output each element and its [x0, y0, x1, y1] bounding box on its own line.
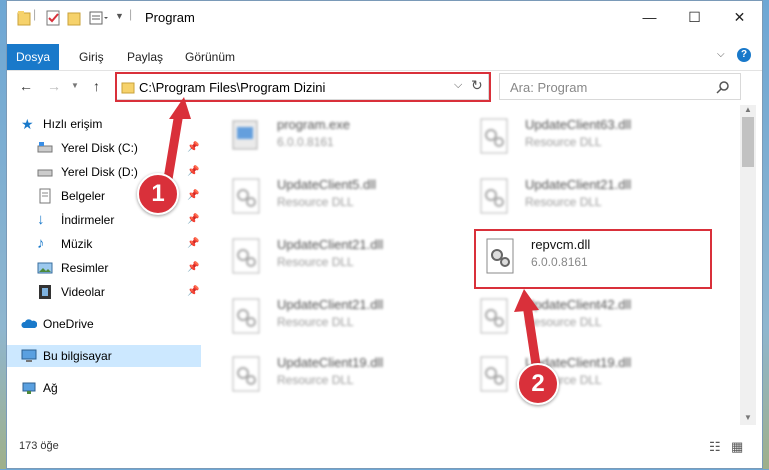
file-highlight [474, 229, 712, 289]
file-item[interactable]: program.exe 6.0.0.8161 [229, 113, 459, 163]
music-icon: ♪ [37, 235, 45, 252]
separator: | [129, 7, 133, 21]
pin-icon[interactable]: 📌 [187, 281, 199, 303]
file-item[interactable]: UpdateClient5.dll Resource DLL [229, 173, 459, 223]
back-arrow-icon[interactable]: ← [19, 78, 33, 94]
vertical-scrollbar[interactable]: ▲ ▼ [740, 105, 756, 425]
step-badge-2: 2 [517, 363, 559, 405]
minimize-button[interactable]: — [627, 1, 672, 33]
explorer-window: | ▼ | Program — ☐ ✕ Dosya Giriş Paylaş G… [6, 0, 763, 469]
sidebar-item-quick-access[interactable]: ★ Hızlı erişim [7, 113, 201, 135]
details-view-icon[interactable]: ☷ [709, 439, 721, 455]
dll-file-icon [480, 298, 508, 334]
step-badge-1: 1 [137, 173, 179, 215]
scroll-down-icon[interactable]: ▼ [744, 413, 752, 422]
up-arrow-icon[interactable]: ↑ [93, 78, 100, 94]
help-icon[interactable]: ? [737, 48, 751, 62]
window-title: Program [145, 10, 195, 25]
large-icons-view-icon[interactable]: ▦ [731, 439, 743, 455]
item-count: 173 öğe [19, 440, 59, 452]
file-item[interactable]: UpdateClient19.dll Resource DLL [229, 351, 459, 401]
sidebar-item-downloads[interactable]: ↓ İndirmeler 📌 [7, 209, 201, 231]
tab-view[interactable]: Görünüm [185, 44, 235, 70]
video-icon [39, 285, 51, 299]
download-icon: ↓ [37, 211, 45, 228]
network-icon [22, 382, 36, 394]
drive-icon [37, 169, 53, 177]
chevron-down-icon[interactable]: ▼ [115, 11, 124, 29]
picture-icon [37, 262, 53, 274]
dll-file-icon [480, 356, 508, 392]
tab-home[interactable]: Giriş [79, 44, 104, 70]
dll-file-icon [232, 178, 260, 214]
recent-locations-icon[interactable]: ▼ [71, 81, 79, 90]
sidebar-item-onedrive[interactable]: OneDrive [7, 313, 201, 335]
ribbon-tabs: Dosya Giriş Paylaş Görünüm ⌵ ? [7, 44, 762, 71]
properties-icon[interactable] [45, 9, 61, 27]
file-item[interactable]: UpdateClient21.dll Resource DLL [229, 293, 459, 343]
scroll-up-icon[interactable]: ▲ [744, 105, 752, 114]
tab-file[interactable]: Dosya [7, 44, 59, 70]
sidebar-item-pictures[interactable]: Resimler 📌 [7, 257, 201, 279]
file-item[interactable]: UpdateClient42.dll Resource DLL [477, 293, 707, 343]
pin-icon[interactable]: 📌 [187, 137, 199, 159]
scrollbar-thumb[interactable] [742, 117, 754, 167]
dll-file-icon [480, 178, 508, 214]
cloud-icon [21, 319, 37, 328]
dll-file-icon [232, 298, 260, 334]
star-icon: ★ [21, 116, 34, 132]
folder-icon[interactable] [17, 9, 31, 27]
sidebar-item-music[interactable]: ♪ Müzik 📌 [7, 233, 201, 255]
sidebar-item-this-pc[interactable]: Bu bilgisayar [7, 345, 201, 367]
address-highlight [115, 72, 491, 102]
file-item[interactable]: UpdateClient21.dll Resource DLL [229, 233, 459, 283]
computer-icon [21, 349, 37, 362]
expand-ribbon-icon[interactable]: ⌵ [717, 49, 725, 60]
pin-icon[interactable]: 📌 [187, 257, 199, 279]
file-item[interactable]: UpdateClient63.dll Resource DLL [477, 113, 707, 163]
title-bar: | ▼ | Program — ☐ ✕ [7, 1, 762, 33]
pin-icon[interactable]: 📌 [187, 233, 199, 255]
new-folder-icon[interactable] [67, 9, 81, 27]
file-item[interactable]: UpdateClient21.dll Resource DLL [477, 173, 707, 223]
exe-file-icon [232, 120, 258, 150]
sidebar-item-disk-c[interactable]: Yerel Disk (C:) 📌 [7, 137, 201, 159]
forward-arrow-icon[interactable]: → [47, 78, 61, 94]
navigation-pane: ★ Hızlı erişim Yerel Disk (C:) 📌 Yerel D… [7, 105, 205, 425]
pin-icon[interactable]: 📌 [187, 161, 199, 183]
document-icon [39, 188, 51, 204]
search-icon[interactable] [716, 80, 730, 94]
dll-file-icon [232, 238, 260, 274]
drive-icon [37, 142, 53, 153]
pin-icon[interactable]: 📌 [187, 185, 199, 207]
sidebar-item-videos[interactable]: Videolar 📌 [7, 281, 201, 303]
customize-toolbar-icon[interactable] [89, 9, 109, 27]
search-placeholder: Ara: Program [510, 80, 588, 95]
pin-icon[interactable]: 📌 [187, 209, 199, 231]
sidebar-item-network[interactable]: Ağ [7, 377, 201, 399]
dll-file-icon [232, 356, 260, 392]
file-item[interactable]: UpdateClient19.dll Resource DLL [477, 351, 707, 401]
search-input[interactable]: Ara: Program [499, 73, 741, 100]
tab-share[interactable]: Paylaş [127, 44, 163, 70]
close-button[interactable]: ✕ [717, 1, 762, 33]
maximize-button[interactable]: ☐ [672, 1, 717, 33]
separator: | [33, 7, 37, 21]
dll-file-icon [480, 118, 508, 154]
